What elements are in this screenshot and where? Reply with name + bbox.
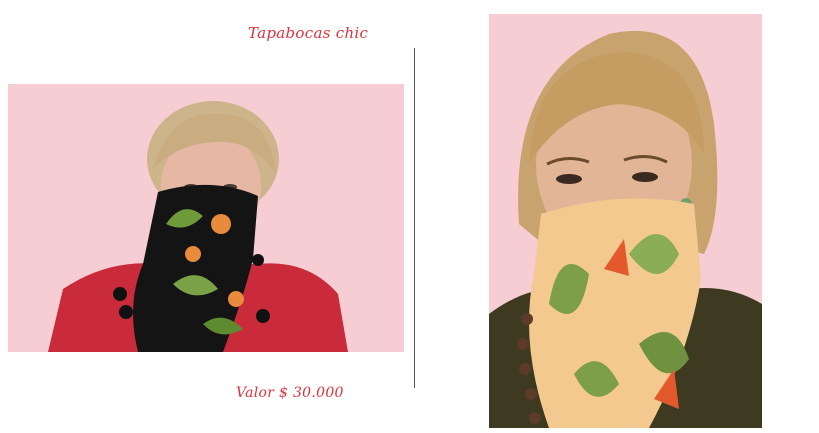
- photo-left-illustration: [8, 84, 404, 352]
- price-label: Valor $ 30.000: [236, 385, 344, 401]
- page-title: Tapabocas chic: [248, 24, 369, 42]
- photo-right-illustration: [489, 14, 762, 428]
- photo-black-tropical-mask: [8, 84, 404, 352]
- vertical-divider: [414, 48, 415, 388]
- photo-peach-tropical-mask: [489, 14, 762, 428]
